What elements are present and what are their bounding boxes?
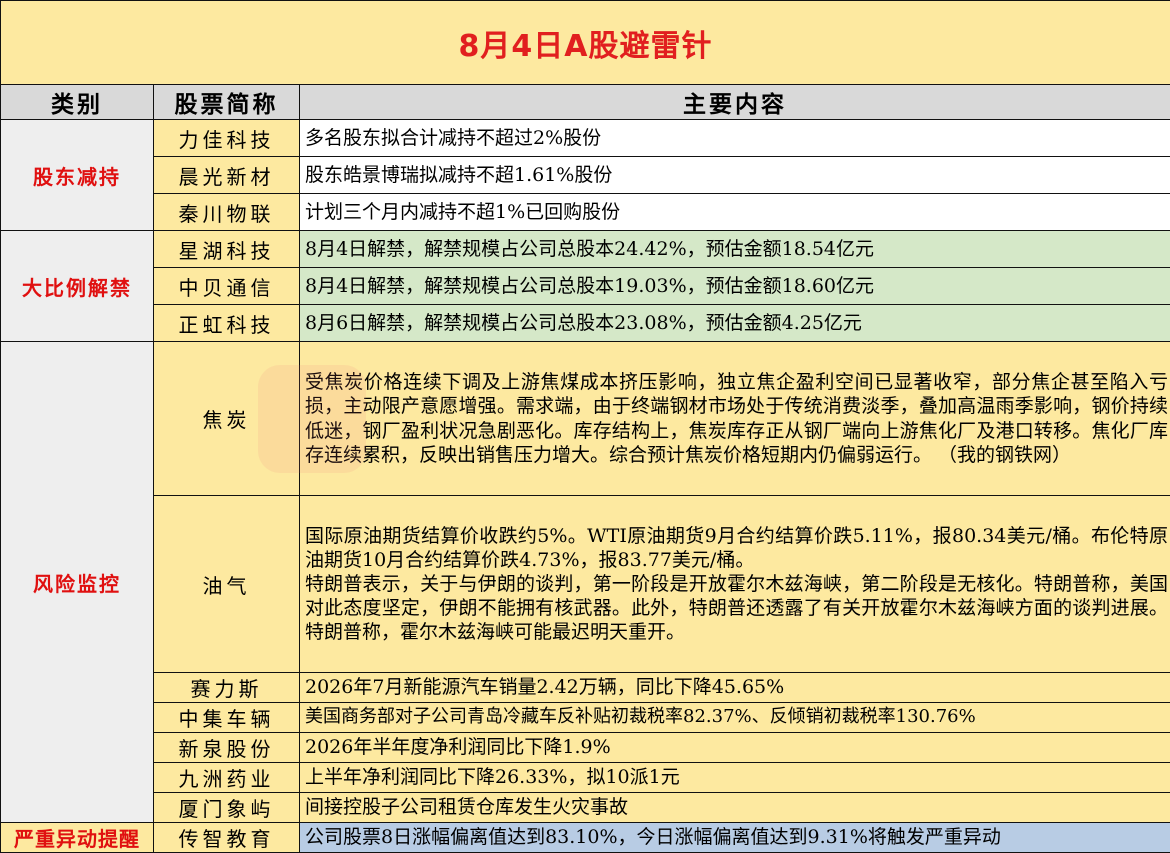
content-cell: 多名股东拟合计减持不超过2%股份: [300, 120, 1170, 157]
content-cell: 受焦炭价格连续下调及上游焦煤成本挤压影响，独立焦企盈利空间已显著收窄，部分焦企甚…: [300, 342, 1170, 496]
table-row: 风险监控 焦炭 受焦炭价格连续下调及上游焦煤成本挤压影响，独立焦企盈利空间已显著…: [1, 342, 1170, 496]
stock-name: 厦门象屿: [154, 793, 300, 823]
content-cell: 2026年半年度净利润同比下降1.9%: [300, 733, 1170, 763]
stock-name: 油气: [154, 496, 300, 673]
stock-name: 赛力斯: [154, 673, 300, 703]
content-cell: 国际原油期货结算价收跌约5%。WTI原油期货9月合约结算价跌5.11%，报80.…: [300, 496, 1170, 673]
content-cell: 股东皓景博瑞拟减持不超1.61%股份: [300, 157, 1170, 194]
table-row: 中贝通信 8月4日解禁，解禁规模占公司总股本19.03%，预估金额18.60亿元: [1, 268, 1170, 305]
table-row: 股东减持 力佳科技 多名股东拟合计减持不超过2%股份: [1, 120, 1170, 157]
header-stock: 股票简称: [154, 85, 300, 120]
table-row: 中集车辆 美国商务部对子公司青岛冷藏车反补贴初裁税率82.37%、反倾销初裁税率…: [1, 703, 1170, 733]
stock-name: 晨光新材: [154, 157, 300, 194]
content-cell: 公司股票8日涨幅偏离值达到83.10%，今日涨幅偏离值达到9.31%将触发严重异…: [300, 823, 1170, 853]
table-row: 大比例解禁 星湖科技 8月4日解禁，解禁规模占公司总股本24.42%，预估金额1…: [1, 231, 1170, 268]
table-row: 厦门象屿 间接控股子公司租赁仓库发生火灾事故: [1, 793, 1170, 823]
category-severe-alert: 严重异动提醒: [1, 823, 154, 853]
stock-name: 中贝通信: [154, 268, 300, 305]
stock-name: 星湖科技: [154, 231, 300, 268]
stock-name: 九洲药业: [154, 763, 300, 793]
content-cell: 8月4日解禁，解禁规模占公司总股本24.42%，预估金额18.54亿元: [300, 231, 1170, 268]
stock-name: 中集车辆: [154, 703, 300, 733]
table-row: 严重异动提醒 传智教育 公司股票8日涨幅偏离值达到83.10%，今日涨幅偏离值达…: [1, 823, 1170, 853]
content-cell: 8月6日解禁，解禁规模占公司总股本23.08%，预估金额4.25亿元: [300, 305, 1170, 342]
table-row: 晨光新材 股东皓景博瑞拟减持不超1.61%股份: [1, 157, 1170, 194]
avoid-risk-table: 8月4日A股避雷针 类别 股票简称 主要内容 股东减持 力佳科技 多名股东拟合计…: [0, 0, 1170, 853]
oil-price-paragraph: 国际原油期货结算价收跌约5%。WTI原油期货9月合约结算价跌5.11%，报80.…: [305, 524, 1168, 572]
table-row: 油气 国际原油期货结算价收跌约5%。WTI原油期货9月合约结算价跌5.11%，报…: [1, 496, 1170, 673]
stock-name: 焦炭: [154, 342, 300, 496]
content-cell: 美国商务部对子公司青岛冷藏车反补贴初裁税率82.37%、反倾销初裁税率130.7…: [300, 703, 1170, 733]
category-risk-monitor: 风险监控: [1, 342, 154, 823]
stock-name: 正虹科技: [154, 305, 300, 342]
table-row: 九洲药业 上半年净利润同比下降26.33%，拟10派1元: [1, 763, 1170, 793]
iran-talks-paragraph: 特朗普表示，关于与伊朗的谈判，第一阶段是开放霍尔木兹海峡，第二阶段是无核化。特朗…: [305, 572, 1168, 644]
content-cell: 间接控股子公司租赁仓库发生火灾事故: [300, 793, 1170, 823]
category-shareholder-reduction: 股东减持: [1, 120, 154, 231]
content-cell: 2026年7月新能源汽车销量2.42万辆，同比下降45.65%: [300, 673, 1170, 703]
stock-name: 秦川物联: [154, 194, 300, 231]
table-row: 新泉股份 2026年半年度净利润同比下降1.9%: [1, 733, 1170, 763]
page-title: 8月4日A股避雷针: [1, 1, 1170, 85]
table-row: 正虹科技 8月6日解禁，解禁规模占公司总股本23.08%，预估金额4.25亿元: [1, 305, 1170, 342]
table-row: 秦川物联 计划三个月内减持不超1%已回购股份: [1, 194, 1170, 231]
content-cell: 计划三个月内减持不超1%已回购股份: [300, 194, 1170, 231]
content-cell: 8月4日解禁，解禁规模占公司总股本19.03%，预估金额18.60亿元: [300, 268, 1170, 305]
table-row: 赛力斯 2026年7月新能源汽车销量2.42万辆，同比下降45.65%: [1, 673, 1170, 703]
category-large-unlock: 大比例解禁: [1, 231, 154, 342]
header-content: 主要内容: [300, 85, 1170, 120]
stock-name: 传智教育: [154, 823, 300, 853]
stock-name: 力佳科技: [154, 120, 300, 157]
header-category: 类别: [1, 85, 154, 120]
content-cell: 上半年净利润同比下降26.33%，拟10派1元: [300, 763, 1170, 793]
stock-name: 新泉股份: [154, 733, 300, 763]
